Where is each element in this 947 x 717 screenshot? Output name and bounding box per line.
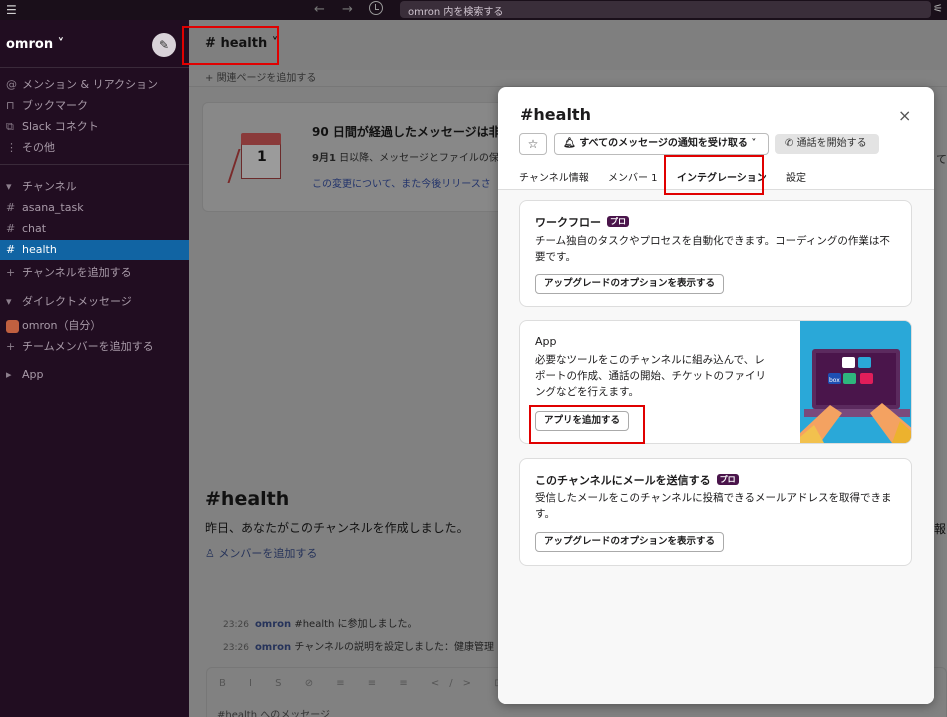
highlight-box-integrations-tab (664, 155, 764, 195)
formatting-toolbar[interactable]: B I S ⊘ ≡ ≡ ≡ </> ⊡ (219, 678, 513, 689)
top-bar: ☰ ← → omron 内を検索する ⚟ (0, 0, 947, 20)
star-button[interactable]: ☆ (519, 133, 547, 155)
bell-icon: 🔔︎ (563, 138, 576, 149)
clipped-text: 報 (934, 522, 947, 536)
sidebar-item-slack-connect[interactable]: ⧉ Slack コネクト (6, 118, 99, 134)
add-bookmark-button[interactable]: + 関連ページを追加する (205, 69, 316, 84)
notice-body: 9月1 日以降、メッセージとファイルの保 (312, 153, 499, 164)
workflow-desc: チーム独自のタスクやプロセスを自動化できます。コーディングの作業は不要です。 (535, 235, 890, 263)
user-icon: ♙ (205, 547, 215, 560)
phone-icon: ✆ (785, 138, 794, 149)
sidebar-item-asana-task[interactable]: # asana_task (6, 201, 84, 214)
filter-icon[interactable]: ⚟ (933, 2, 943, 15)
email-desc: 受信したメールをこのチャンネルに投稿できるメールアドレスを取得できます。 (535, 492, 892, 520)
app-title: App (535, 335, 557, 348)
start-call-button[interactable]: ✆ 通話を開始する (775, 134, 879, 154)
sidebar: omron ˅ ✎ @ メンション & リアクション ⊓ ブックマーク ⧉ Slack… (0, 20, 189, 717)
notice-link[interactable]: この変更について (312, 179, 391, 190)
hash-icon: # (6, 222, 16, 235)
highlight-box-add-app (529, 405, 645, 444)
upgrade-options-button[interactable]: アップグレードのオプションを表示する (535, 532, 725, 552)
app-desc: 必要なツールをこのチャンネルに組み込んで、レポートの作成、通話の開始、チケットの… (535, 354, 766, 398)
calendar-illustration: 1 (227, 133, 281, 183)
highlight-box-channel-title (182, 26, 279, 65)
avatar (6, 319, 19, 333)
pro-badge: プロ (716, 474, 739, 485)
integrations-panel: ワークフロー プロ チーム独自のタスクやプロセスを自動化できます。コーディングの作… (498, 190, 934, 704)
tab-channel-info[interactable]: チャンネル情報 (519, 169, 589, 184)
app-illustration: box (800, 321, 911, 443)
sidebar-item-health[interactable]: # health (0, 240, 189, 260)
compose-icon[interactable]: ✎ (152, 33, 176, 57)
notice-title: 90 日間が経過したメッセージは非 (312, 125, 501, 139)
more-icon: ⋮ (6, 141, 17, 154)
search-input[interactable]: omron 内を検索する (400, 1, 931, 18)
clipped-text: て (936, 153, 947, 166)
add-channel-button[interactable]: + チャンネルを追加する (6, 264, 132, 280)
connect-icon: ⧉ (6, 120, 14, 133)
sidebar-item-mentions[interactable]: @ メンション & リアクション (6, 76, 158, 92)
close-icon[interactable]: × (898, 106, 911, 125)
workspace-name[interactable]: omron ˅ (6, 37, 64, 52)
apps-section-header[interactable]: ▸ App (6, 368, 44, 381)
search-placeholder: omron 内を検索する (408, 7, 504, 18)
message-row: 23:26 omron チャンネルの説明を設定しました：健康管理 (223, 642, 495, 653)
divider (0, 67, 189, 68)
notice-banner: 1 90 日間が経過したメッセージは非 9月1 日以降、メッセージとファイルの保… (202, 102, 532, 212)
divider (0, 164, 189, 165)
hash-icon: # (6, 243, 16, 256)
sidebar-item-more[interactable]: ⋮ その他 (6, 139, 55, 155)
menu-icon[interactable]: ☰ (6, 3, 17, 17)
at-icon: @ (6, 78, 17, 91)
notice-link-row: この変更について、また今後リリースさ (312, 179, 491, 190)
email-card: このチャンネルにメールを送信する プロ 受信したメールをこのチャンネルに投稿できる… (519, 458, 912, 566)
composer-placeholder: #health へのメッセージ (217, 710, 331, 717)
tab-settings[interactable]: 設定 (786, 169, 806, 184)
box-logo: box (829, 377, 840, 384)
email-title: このチャンネルにメールを送信する プロ (535, 472, 739, 488)
dm-section-header[interactable]: ▾ ダイレクトメッセージ (6, 293, 132, 309)
message-row: 23:26 omron #health に参加しました。 (223, 619, 418, 630)
notification-dropdown[interactable]: 🔔︎ すべてのメッセージの通知を受け取る ˅ (554, 133, 769, 155)
sidebar-item-bookmarks[interactable]: ⊓ ブックマーク (6, 97, 88, 113)
workflow-card: ワークフロー プロ チーム独自のタスクやプロセスを自動化できます。コーディングの作… (519, 200, 912, 307)
intro-add-member-link[interactable]: ♙ メンバーを追加する (205, 545, 317, 561)
hash-icon: # (6, 201, 16, 214)
history-icon[interactable] (369, 1, 383, 15)
modal-title: #health (520, 105, 591, 124)
caret-down-icon: ▾ (6, 295, 12, 308)
channels-section-header[interactable]: ▾ チャンネル (6, 178, 77, 194)
sidebar-item-chat[interactable]: # chat (6, 222, 46, 235)
plus-icon: + (6, 266, 16, 279)
channel-header: # health ˅ (189, 20, 947, 70)
caret-down-icon: ▾ (6, 180, 12, 193)
back-arrow-icon[interactable]: ← (314, 2, 325, 17)
plus-icon: + (6, 340, 16, 353)
add-teammate-button[interactable]: + チームメンバーを追加する (6, 338, 154, 354)
channel-intro-desc: 昨日、あなたがこのチャンネルを作成しました。 (205, 521, 469, 535)
tab-members[interactable]: メンバー 1 (608, 169, 658, 184)
channel-intro-title: #health (205, 488, 290, 510)
workflow-title: ワークフロー プロ (535, 214, 629, 230)
pro-badge: プロ (607, 216, 629, 227)
sidebar-item-dm-omron[interactable]: omron（自分） (6, 317, 101, 333)
forward-arrow-icon[interactable]: → (342, 2, 353, 17)
bookmark-icon: ⊓ (6, 99, 15, 112)
caret-right-icon: ▸ (6, 368, 12, 381)
upgrade-options-button[interactable]: アップグレードのオプションを表示する (535, 274, 725, 294)
